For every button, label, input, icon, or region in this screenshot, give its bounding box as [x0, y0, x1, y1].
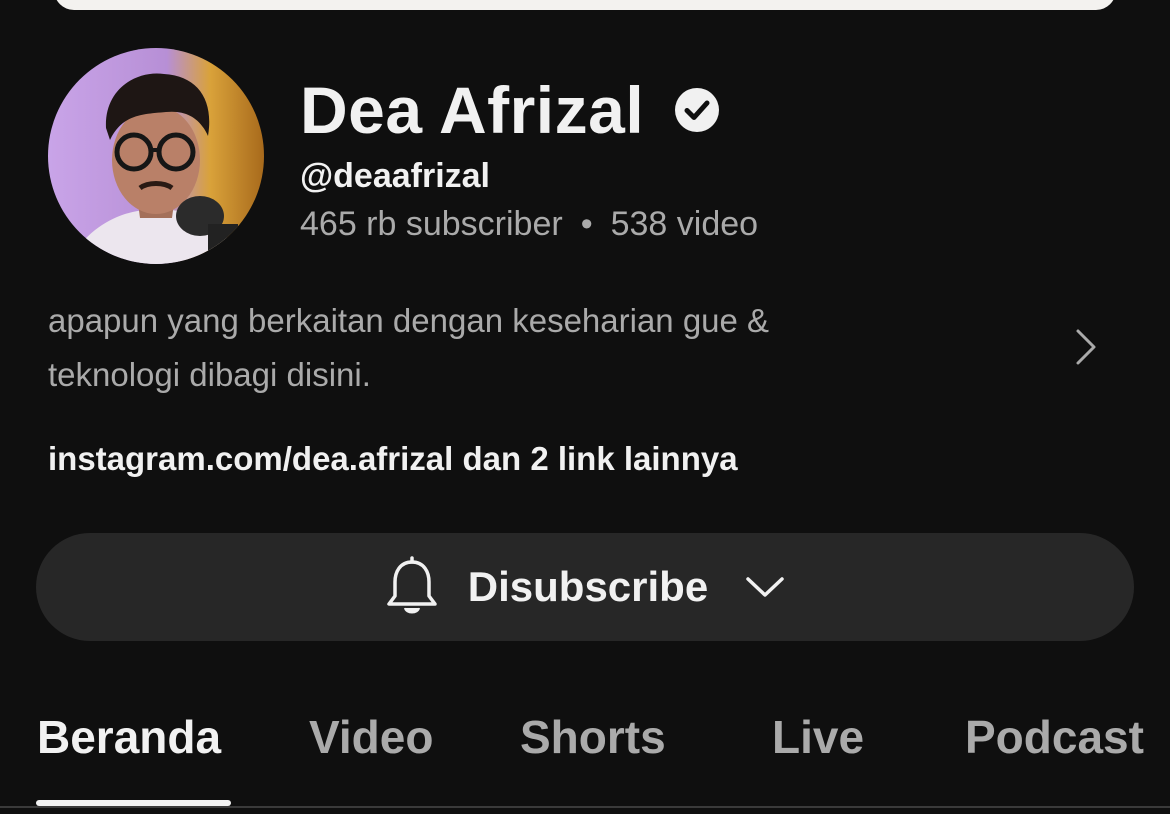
channel-links[interactable]: instagram.com/dea.afrizal dan 2 link lai… [48, 440, 738, 478]
channel-handle: @deaafrizal [300, 157, 491, 195]
channel-avatar[interactable] [48, 48, 264, 264]
stats-separator: • [580, 205, 593, 243]
channel-stats: 465 rb subscriber • 538 video [300, 205, 758, 244]
verified-check-icon [674, 87, 720, 133]
tab-shorts[interactable]: Shorts [520, 710, 666, 764]
subscribe-label: Disubscribe [467, 563, 709, 610]
tabs-divider [0, 806, 1170, 808]
subscriber-count: 465 rb subscriber [300, 205, 563, 243]
video-count: 538 video [610, 205, 759, 243]
channel-page: Dea Afrizal @deaafrizal 465 rb subscribe… [0, 0, 1170, 814]
description-line: teknologi dibagi disini. [48, 356, 371, 393]
tab-video[interactable]: Video [309, 710, 433, 764]
channel-banner[interactable] [54, 0, 1116, 10]
tab-podcast[interactable]: Podcast [965, 710, 1144, 764]
channel-description[interactable]: apapun yang berkaitan dengan keseharian … [48, 294, 948, 402]
chevron-down-icon [744, 573, 786, 601]
bell-icon [384, 556, 440, 618]
channel-tabs: Beranda Video Shorts Live Podcast [0, 690, 1170, 814]
tab-beranda[interactable]: Beranda [37, 710, 221, 764]
tab-live[interactable]: Live [772, 710, 864, 764]
avatar-image [48, 48, 264, 264]
channel-title-row: Dea Afrizal [300, 70, 720, 150]
subscribe-button[interactable]: Disubscribe [36, 533, 1134, 641]
description-line: apapun yang berkaitan dengan keseharian … [48, 302, 770, 339]
channel-name: Dea Afrizal [300, 73, 645, 147]
chevron-right-icon[interactable] [1070, 325, 1102, 369]
